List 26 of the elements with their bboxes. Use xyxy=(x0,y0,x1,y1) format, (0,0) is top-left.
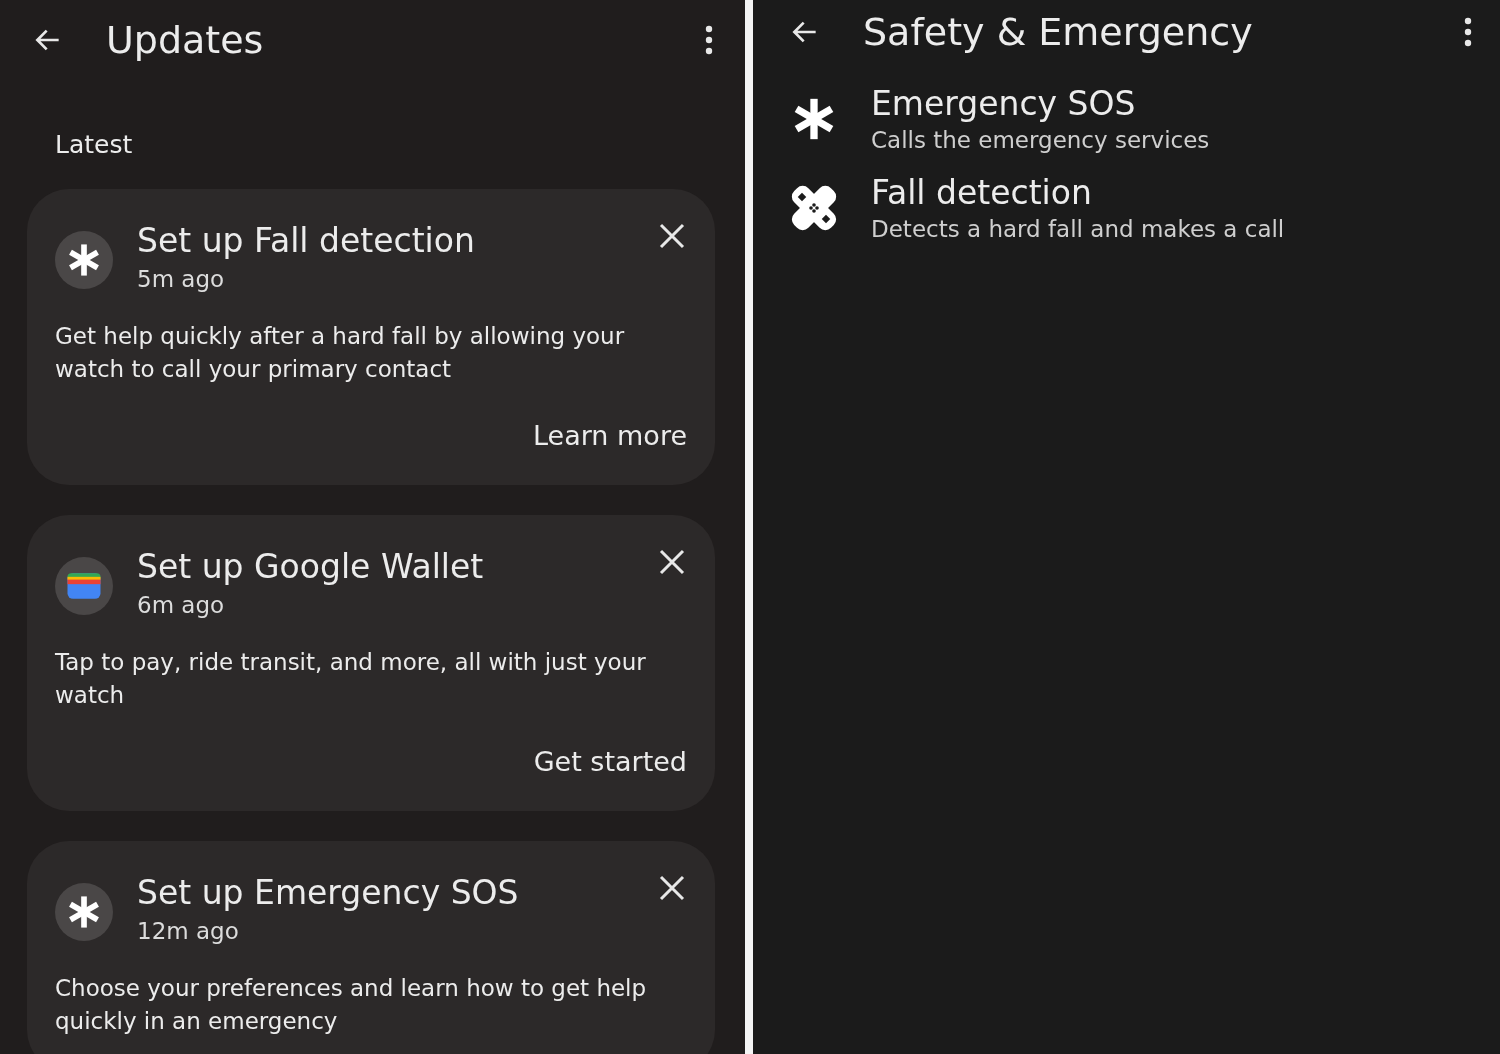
asterisk-icon xyxy=(67,895,101,929)
close-icon xyxy=(659,875,685,901)
timestamp: 5m ago xyxy=(137,266,226,292)
card-description: Tap to pay, ride transit, and more, all with just your watch xyxy=(55,648,647,710)
timestamp: 6m ago xyxy=(137,592,226,618)
card-description: Choose your preferences and learn how to get help quickly in an emergency xyxy=(55,974,648,1036)
card-title: Set up Fall detection xyxy=(137,221,476,260)
setting-title[interactable]: Emergency SOS xyxy=(871,84,1210,123)
asterisk-icon xyxy=(792,96,836,141)
action-button[interactable]: Learn more xyxy=(533,420,687,451)
asterisk-icon xyxy=(67,243,101,277)
screen-title: Safety & Emergency xyxy=(863,10,1254,54)
more-options-icon[interactable] xyxy=(705,24,713,56)
more-options-icon[interactable] xyxy=(1464,16,1472,48)
setting-description: Detects a hard fall and makes a call xyxy=(871,216,1285,242)
action-button[interactable]: Get started xyxy=(533,746,687,777)
setting-title[interactable]: Fall detection xyxy=(871,173,1285,212)
card-title: Set up Emergency SOS xyxy=(137,873,520,912)
close-icon xyxy=(659,549,685,575)
card-description: Get help quickly after a hard fall by allowing your watch to call your primary contact xyxy=(55,322,626,384)
setting-description: Calls the emergency services xyxy=(871,127,1210,153)
screen-title: Updates xyxy=(106,18,265,62)
card-title: Set up Google Wallet xyxy=(137,547,485,586)
close-icon xyxy=(659,223,685,249)
timestamp: 12m ago xyxy=(137,918,240,944)
section-heading: Latest xyxy=(55,130,134,159)
